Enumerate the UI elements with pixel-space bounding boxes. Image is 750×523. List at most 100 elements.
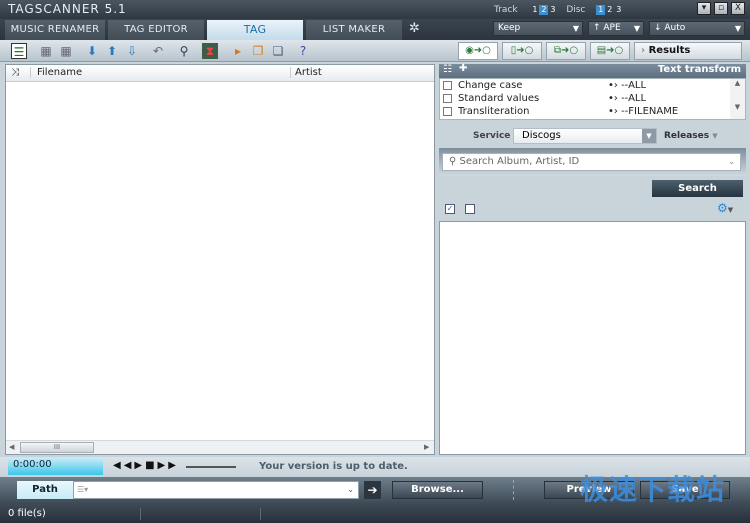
auto-dropdown[interactable]: ↓ Auto▼ <box>649 21 745 36</box>
divider <box>513 480 514 500</box>
tab-tag-editor[interactable]: TAG EDITOR <box>108 20 204 40</box>
column-artist[interactable]: Artist <box>290 67 433 78</box>
browse-button[interactable]: Browse... <box>392 481 483 499</box>
track-1[interactable]: 1 <box>530 5 539 15</box>
disc-2[interactable]: 2 <box>605 5 614 15</box>
arrow-up-icon[interactable]: ⬆ <box>104 43 120 59</box>
search-input[interactable]: ⚲ Search Album, Artist, ID ⌄ <box>442 153 741 171</box>
files-icon[interactable]: ❏ <box>270 43 286 59</box>
service-dropdown[interactable]: Discogs▼ <box>513 128 657 144</box>
file-play-icon[interactable]: ▸ <box>230 43 246 59</box>
vertical-scrollbar[interactable]: ▲▼ <box>730 79 745 119</box>
close-button[interactable]: X <box>731 2 745 15</box>
grid-small-icon[interactable]: ▦ <box>38 43 54 59</box>
transform-item[interactable]: Transliteration•› --FILENAME <box>443 106 728 119</box>
update-message: Your version is up to date. <box>259 461 408 472</box>
ape-dropdown[interactable]: ↑ APE▼ <box>588 21 644 36</box>
chevron-down-icon: ▼ <box>712 132 717 140</box>
add-icon[interactable]: ✚ <box>459 63 467 74</box>
maximize-button[interactable]: ▫ <box>714 2 728 15</box>
file-list[interactable]: ⤨ Filename Artist ◀ III ▶ <box>5 64 435 455</box>
results-list[interactable] <box>439 221 746 455</box>
stop-icon[interactable]: ■ <box>145 460 157 471</box>
service-label: Service <box>473 131 510 141</box>
disc-3[interactable]: 3 <box>614 5 623 15</box>
checkbox[interactable] <box>443 107 452 116</box>
releases-label: Releases <box>664 131 709 141</box>
path-input[interactable]: ☰▾ ⌄ <box>73 481 359 499</box>
checkbox[interactable] <box>443 94 452 103</box>
file-copy-icon[interactable]: ❐ <box>250 43 266 59</box>
tab-music-renamer[interactable]: MUSIC RENAMER <box>5 20 105 40</box>
time-display: 0:00:00 <box>8 458 103 475</box>
watermark-logo: 极速下载站 <box>580 468 725 508</box>
history-icon[interactable]: ☰▾ <box>77 485 88 494</box>
search-icon[interactable]: ⚲ <box>176 43 192 59</box>
auto-value: ↓ Auto <box>654 23 685 33</box>
forward-icon[interactable]: ▶▶ <box>158 460 179 471</box>
chevron-down-icon[interactable]: ⌄ <box>728 154 735 170</box>
scroll-up-icon[interactable]: ▲ <box>730 79 745 87</box>
go-arrow-button[interactable]: ➔ <box>364 481 381 499</box>
track-selector: Track 123 Disc 123 <box>494 5 623 15</box>
chevron-down-icon: ▼ <box>634 22 640 35</box>
transform-item[interactable]: Change case•› --ALL <box>443 80 728 93</box>
tab-online-lookup[interactable]: ◉➜○ <box>458 42 498 60</box>
releases-dropdown[interactable]: Releases ▼ <box>664 131 718 141</box>
track-2[interactable]: 2 <box>539 5 548 15</box>
process-icon[interactable]: ⧗ <box>202 43 218 59</box>
search-button[interactable]: Search <box>652 180 743 197</box>
scroll-down-icon[interactable]: ▼ <box>730 103 745 111</box>
tab-path-import[interactable]: ⧉➜○ <box>546 42 586 60</box>
file-count: 0 file(s) <box>8 508 46 519</box>
column-filename[interactable]: Filename <box>30 67 290 78</box>
undo-icon[interactable]: ↶ <box>150 43 166 59</box>
settings-gear-icon[interactable]: ✲ <box>409 21 420 36</box>
scroll-right-icon[interactable]: ▶ <box>424 443 429 451</box>
divider <box>260 508 261 520</box>
horizontal-scrollbar[interactable]: ◀ III ▶ <box>6 440 434 454</box>
play-icon[interactable]: ▶ <box>134 460 145 471</box>
tab-file-import[interactable]: ▯➜○ <box>502 42 542 60</box>
rewind-icon[interactable]: ◀◀ <box>113 460 134 471</box>
keep-dropdown[interactable]: Keep▼ <box>493 21 583 36</box>
file-arrow-icon: ▯➜○ <box>511 45 534 56</box>
transform-value: --FILENAME <box>621 106 678 117</box>
tab-tag-processor[interactable]: TAG PROCESSOR <box>207 20 303 40</box>
title-bar: TAGSCANNER 5.1 Track 123 Disc 123 ▾ ▫ X <box>0 0 750 19</box>
path-arrow-icon: ⧉➜○ <box>554 45 578 56</box>
search-placeholder: Search Album, Artist, ID <box>460 156 580 167</box>
path-label[interactable]: Path <box>17 481 73 499</box>
list-icon[interactable]: ☷ <box>443 64 452 75</box>
chevron-right-icon: › <box>641 45 649 56</box>
globe-arrow-icon: ◉➜○ <box>465 45 491 56</box>
transform-label: Transliteration <box>458 106 529 117</box>
select-none-checkbox[interactable] <box>465 204 475 214</box>
chevron-down-icon[interactable]: ⌄ <box>347 482 354 498</box>
search-icon: ⚲ <box>449 156 460 167</box>
scroll-thumb[interactable]: III <box>20 442 94 453</box>
sort-icon[interactable]: ⇩ <box>124 43 140 59</box>
scroll-left-icon[interactable]: ◀ <box>9 443 14 451</box>
tab-list-maker[interactable]: LIST MAKER <box>306 20 402 40</box>
shuffle-icon[interactable]: ⤨ <box>11 67 19 78</box>
tab-results[interactable]: › Results <box>634 42 742 60</box>
disc-1[interactable]: 1 <box>596 5 605 15</box>
tab-list-import[interactable]: ▤➜○ <box>590 42 630 60</box>
results-label: Results <box>649 45 691 56</box>
select-all-checkbox[interactable]: ✓ <box>445 204 455 214</box>
volume-slider[interactable] <box>186 466 236 468</box>
arrow-down-icon[interactable]: ⬇ <box>84 43 100 59</box>
help-icon[interactable]: ? <box>295 43 311 59</box>
minimize-button[interactable]: ▾ <box>697 2 711 15</box>
grid-large-icon[interactable]: ▦ <box>58 43 74 59</box>
settings-gear-icon[interactable]: ⚙▼ <box>717 201 733 215</box>
divider <box>140 508 141 520</box>
transform-item[interactable]: Standard values•› --ALL <box>443 93 728 106</box>
list-arrow-icon: ▤➜○ <box>597 45 624 56</box>
transform-label: Change case <box>458 80 522 91</box>
tree-view-icon[interactable]: ☰ <box>11 43 27 59</box>
checkbox[interactable] <box>443 81 452 90</box>
track-3[interactable]: 3 <box>548 5 557 15</box>
player-controls: ◀◀▶■▶▶ <box>113 460 179 471</box>
